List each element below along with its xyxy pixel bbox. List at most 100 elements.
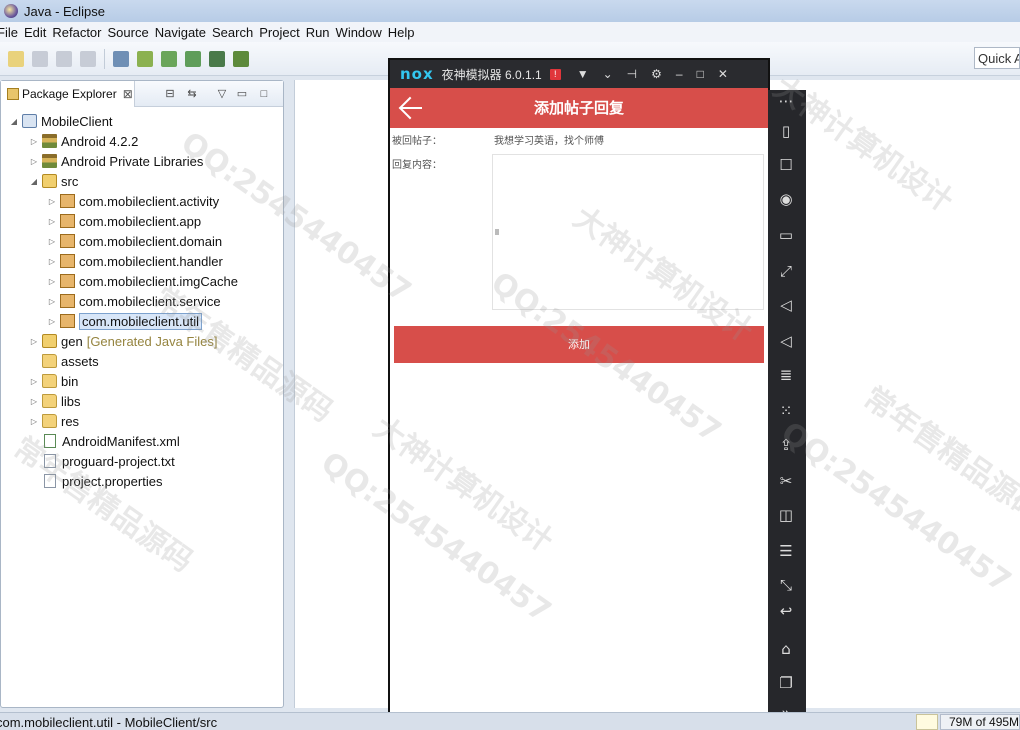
shake-icon[interactable]: ⁙ — [776, 402, 796, 420]
multi-window-icon[interactable]: ◫ — [776, 506, 796, 524]
collapsed-icon[interactable]: ▷ — [29, 157, 39, 166]
collapse-all-icon[interactable]: ⊟ — [163, 87, 177, 101]
alert-badge[interactable]: ! — [549, 68, 561, 80]
pin-icon[interactable]: ⊣ — [627, 67, 637, 81]
heap-status[interactable]: 79M of 495M — [940, 714, 1020, 730]
tree-item[interactable]: ▷ gen [Generated Java Files] — [1, 331, 283, 351]
nox-logo: nox — [400, 65, 434, 83]
menu-window[interactable]: Window — [336, 25, 390, 40]
back-arrow-icon[interactable] — [398, 96, 424, 120]
new-class-icon[interactable] — [185, 50, 201, 67]
print-icon[interactable] — [80, 50, 96, 67]
recent-apps-icon[interactable]: ❐ — [776, 674, 796, 692]
tree-item[interactable]: ▷ bin — [1, 371, 283, 391]
keyboard-icon[interactable]: ≣ — [776, 366, 796, 384]
rotate-icon[interactable]: ▯ — [776, 122, 796, 140]
gear-icon[interactable]: ⚙ — [651, 67, 662, 81]
tab-package-explorer[interactable]: Package Explorer ⊠ — [1, 81, 135, 107]
tree-item[interactable]: ◢ src — [1, 171, 283, 191]
tree-item[interactable]: assets — [1, 351, 283, 371]
tree-item[interactable]: ▷ libs — [1, 391, 283, 411]
collapsed-icon[interactable]: ▷ — [47, 317, 57, 326]
collapsed-icon[interactable]: ▷ — [29, 397, 39, 406]
tree-item[interactable]: ▷ com.mobileclient.app — [1, 211, 283, 231]
menu-help[interactable]: Help — [388, 25, 423, 40]
minimize-icon[interactable]: ‒ — [676, 67, 683, 81]
more-icon[interactable]: ⋯ — [776, 92, 796, 110]
tree-item[interactable]: ▷ Android 4.2.2 — [1, 131, 283, 151]
tree-item[interactable]: proguard-project.txt — [1, 451, 283, 471]
chevron-down-icon[interactable]: ⌄ — [603, 67, 613, 81]
tab-label: Package Explorer — [22, 87, 117, 101]
back-icon[interactable]: ↩ — [776, 602, 796, 620]
theme-icon[interactable]: ▼ — [577, 67, 589, 81]
menu-project[interactable]: Project — [259, 25, 307, 40]
quick-access-field[interactable]: Quick Access — [974, 47, 1020, 69]
menu-run[interactable]: Run — [306, 25, 338, 40]
reply-content-field[interactable] — [492, 154, 764, 310]
minimize-icon[interactable]: ▭ — [235, 87, 249, 101]
save-icon[interactable] — [32, 50, 48, 67]
menu-refactor[interactable]: Refactor — [52, 25, 109, 40]
tree-item-selected[interactable]: ▷ com.mobileclient.util — [1, 311, 283, 331]
tree-label-suffix: [Generated Java Files] — [86, 333, 218, 349]
collapsed-icon[interactable]: ▷ — [29, 137, 39, 146]
menu-icon[interactable]: ☰ — [776, 542, 796, 560]
view-menu-icon[interactable]: ▽ — [215, 87, 229, 101]
tree-item[interactable]: ▷ com.mobileclient.handler — [1, 251, 283, 271]
volume-up-icon[interactable]: ◁ — [776, 296, 796, 314]
menu-source[interactable]: Source — [108, 25, 157, 40]
scissors-icon[interactable]: ✂ — [776, 472, 796, 490]
menu-edit[interactable]: Edit — [24, 25, 54, 40]
screen-icon[interactable]: ▭ — [776, 226, 796, 244]
apk-install-icon[interactable]: ⇪ — [776, 436, 796, 454]
collapsed-icon[interactable]: ▷ — [47, 277, 57, 286]
collapsed-icon[interactable]: ▷ — [47, 197, 57, 206]
link-editor-icon[interactable]: ⇆ — [185, 87, 199, 101]
collapsed-icon[interactable]: ▷ — [29, 417, 39, 426]
tree-item[interactable]: ▷ Android Private Libraries — [1, 151, 283, 171]
tree-item[interactable]: ▷ com.mobileclient.activity — [1, 191, 283, 211]
tree-item[interactable]: ▷ com.mobileclient.imgCache — [1, 271, 283, 291]
collapsed-icon[interactable]: ▷ — [47, 297, 57, 306]
new-icon[interactable] — [8, 50, 24, 67]
close-icon[interactable]: ⊠ — [123, 87, 133, 101]
collapsed-icon[interactable]: ▷ — [29, 377, 39, 386]
fullscreen-icon[interactable]: ⤢ — [776, 262, 796, 280]
expanded-icon[interactable]: ◢ — [9, 117, 19, 126]
tools-icon[interactable] — [209, 50, 225, 67]
close-icon[interactable]: ✕ — [718, 67, 728, 81]
menu-file[interactable]: File — [0, 25, 26, 40]
tree-item-project[interactable]: ◢ MobileClient — [1, 111, 283, 131]
location-icon[interactable]: ◉ — [776, 190, 796, 208]
menu-search[interactable]: Search — [212, 25, 261, 40]
tree-item[interactable]: ▷ com.mobileclient.domain — [1, 231, 283, 251]
maximize-icon[interactable]: □ — [257, 87, 271, 101]
collapsed-icon[interactable]: ▷ — [47, 217, 57, 226]
volume-down-icon[interactable]: ◁ — [776, 332, 796, 350]
checkbox-icon[interactable] — [161, 50, 177, 67]
robot-icon[interactable]: ☐ — [776, 156, 796, 174]
collapsed-icon[interactable]: ▷ — [47, 257, 57, 266]
tree-item[interactable]: ▷ res — [1, 411, 283, 431]
tree-item[interactable]: ▷ com.mobileclient.service — [1, 291, 283, 311]
package-explorer-panel: Package Explorer ⊠ ⊟ ⇆ ▽ ▭ □ ◢ MobileCli… — [0, 80, 284, 708]
collapsed-icon[interactable]: ▷ — [29, 337, 39, 346]
android-sdk-icon[interactable] — [137, 50, 153, 67]
expanded-icon[interactable]: ◢ — [29, 177, 39, 186]
package-icon — [60, 274, 75, 288]
package-icon — [60, 254, 75, 268]
maximize-icon[interactable]: □ — [697, 67, 704, 81]
tree-item[interactable]: AndroidManifest.xml — [1, 431, 283, 451]
add-button[interactable]: 添加 — [394, 326, 764, 363]
tree-item[interactable]: project.properties — [1, 471, 283, 491]
debug-icon[interactable] — [233, 50, 249, 67]
save-all-icon[interactable] — [56, 50, 72, 67]
collapsed-icon[interactable]: ▷ — [47, 237, 57, 246]
menu-navigate[interactable]: Navigate — [155, 25, 214, 40]
tree-label: res — [61, 413, 80, 429]
home-icon[interactable]: ⌂ — [776, 640, 796, 658]
download-icon[interactable] — [113, 50, 129, 67]
tree-label: proguard-project.txt — [62, 453, 175, 469]
resize-icon[interactable]: ⤡ — [776, 576, 796, 594]
